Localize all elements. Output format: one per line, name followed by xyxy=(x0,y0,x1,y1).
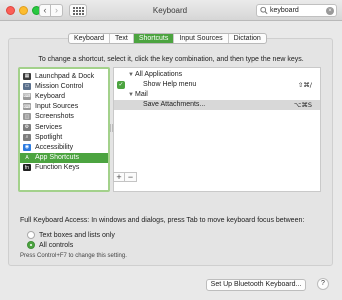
help-button[interactable]: ? xyxy=(317,278,329,290)
title-bar: ‹ › Keyboard keyboard × xyxy=(0,0,342,21)
shortcut-row[interactable]: Save Attachments... ⌥⌘S xyxy=(114,100,320,110)
shortcut-list[interactable]: ▼All Applications ✓ Show Help menu ⇧⌘/▼Mail… xyxy=(113,67,321,192)
tab-text[interactable]: Text xyxy=(110,34,134,43)
category-item[interactable]: ⌨ Input Sources xyxy=(20,102,108,112)
shortcut-row[interactable]: ✓ Show Help menu ⇧⌘/ xyxy=(114,80,320,90)
setup-bluetooth-keyboard-button[interactable]: Set Up Bluetooth Keyboard... xyxy=(206,279,306,291)
disclosure-triangle-icon[interactable]: ▼ xyxy=(128,90,135,100)
category-label: Accessibility xyxy=(35,143,74,151)
chevron-left-icon: ‹ xyxy=(43,5,47,15)
radio-label: Text boxes and lists only xyxy=(39,231,115,239)
gear-icon: ⚙ xyxy=(23,123,31,131)
radio-text-boxes-only[interactable]: Text boxes and lists only xyxy=(27,231,115,239)
launchpad-icon: ▦ xyxy=(23,72,31,80)
tab-input-sources[interactable]: Input Sources xyxy=(174,34,229,43)
tab-keyboard[interactable]: Keyboard xyxy=(69,34,110,43)
shortcut-label: All Applications xyxy=(135,71,183,78)
key-combination[interactable]: ⇧⌘/ xyxy=(298,80,312,90)
radio-button[interactable] xyxy=(27,241,35,249)
tab-shortcuts[interactable]: Shortcuts xyxy=(133,34,175,43)
category-item[interactable]: ▦ Launchpad & Dock xyxy=(20,71,108,81)
search-field[interactable]: keyboard × xyxy=(256,4,337,17)
add-shortcut-button[interactable]: + xyxy=(114,173,125,182)
radio-button[interactable] xyxy=(27,231,35,239)
keyboard-access-hint: Press Control+F7 to change this setting. xyxy=(20,253,127,259)
tab-bar: Keyboard Text Shortcuts Input Sources Di… xyxy=(68,33,267,44)
category-item[interactable]: ⌨ Keyboard xyxy=(20,91,108,101)
input-sources-icon: ⌨ xyxy=(23,103,31,111)
search-input[interactable]: keyboard xyxy=(270,6,299,16)
checkbox-icon[interactable]: ✓ xyxy=(117,81,125,89)
remove-shortcut-button[interactable]: − xyxy=(125,173,136,182)
instruction-text: To change a shortcut, select it, click t… xyxy=(38,56,304,63)
shortcut-row[interactable]: ▼All Applications xyxy=(114,70,320,80)
category-label: App Shortcuts xyxy=(35,154,79,162)
function-keys-icon: fn xyxy=(23,164,31,172)
screenshots-icon: ◫ xyxy=(23,113,31,121)
category-item[interactable]: fn Function Keys xyxy=(20,163,108,173)
close-window-button[interactable] xyxy=(6,6,15,15)
full-keyboard-access-label: Full Keyboard Access: In windows and dia… xyxy=(20,217,305,224)
keyboard-icon: ⌨ xyxy=(23,92,31,100)
add-remove-control: + − xyxy=(113,172,137,182)
chevron-right-icon: › xyxy=(55,5,58,15)
radio-label: All controls xyxy=(39,241,74,249)
category-item[interactable]: A App Shortcuts xyxy=(20,152,108,163)
tab-dictation[interactable]: Dictation xyxy=(229,34,266,43)
search-icon xyxy=(260,6,268,15)
category-label: Function Keys xyxy=(35,164,80,172)
category-item[interactable]: ◫ Screenshots xyxy=(20,112,108,122)
spotlight-icon: ⌕ xyxy=(23,133,31,141)
category-label: Mission Control xyxy=(35,82,84,90)
category-item[interactable]: ▭ Mission Control xyxy=(20,81,108,91)
radio-all-controls[interactable]: All controls xyxy=(27,241,73,249)
app-shortcuts-icon: A xyxy=(23,154,31,162)
shortcut-label: Show Help menu xyxy=(143,81,197,88)
category-label: Launchpad & Dock xyxy=(35,72,95,80)
shortcut-label: Save Attachments... xyxy=(143,101,206,108)
disclosure-triangle-icon[interactable]: ▼ xyxy=(128,70,135,80)
show-all-button[interactable] xyxy=(69,4,87,17)
minimize-window-button[interactable] xyxy=(19,6,28,15)
category-label: Keyboard xyxy=(35,92,65,100)
key-combination[interactable]: ⌥⌘S xyxy=(294,100,312,110)
accessibility-icon: ◉ xyxy=(23,143,31,151)
shortcut-label: Mail xyxy=(135,91,148,98)
window-title: Keyboard xyxy=(152,6,188,15)
shortcut-row[interactable]: ▼Mail xyxy=(114,90,320,100)
clear-search-icon[interactable]: × xyxy=(326,6,334,15)
forward-button[interactable]: › xyxy=(51,4,63,17)
category-item[interactable]: ⌕ Spotlight xyxy=(20,132,108,142)
category-list[interactable]: ▦ Launchpad & Dock ▭ Mission Control ⌨ Keyboa… xyxy=(18,67,110,192)
category-label: Screenshots xyxy=(35,113,74,121)
category-label: Spotlight xyxy=(35,133,63,141)
back-button[interactable]: ‹ xyxy=(39,4,51,17)
mission-control-icon: ▭ xyxy=(23,82,31,90)
category-item[interactable]: ⚙ Services xyxy=(20,122,108,132)
category-label: Input Sources xyxy=(35,103,79,111)
category-label: Services xyxy=(35,123,62,131)
category-item[interactable]: ◉ Accessibility xyxy=(20,142,108,152)
